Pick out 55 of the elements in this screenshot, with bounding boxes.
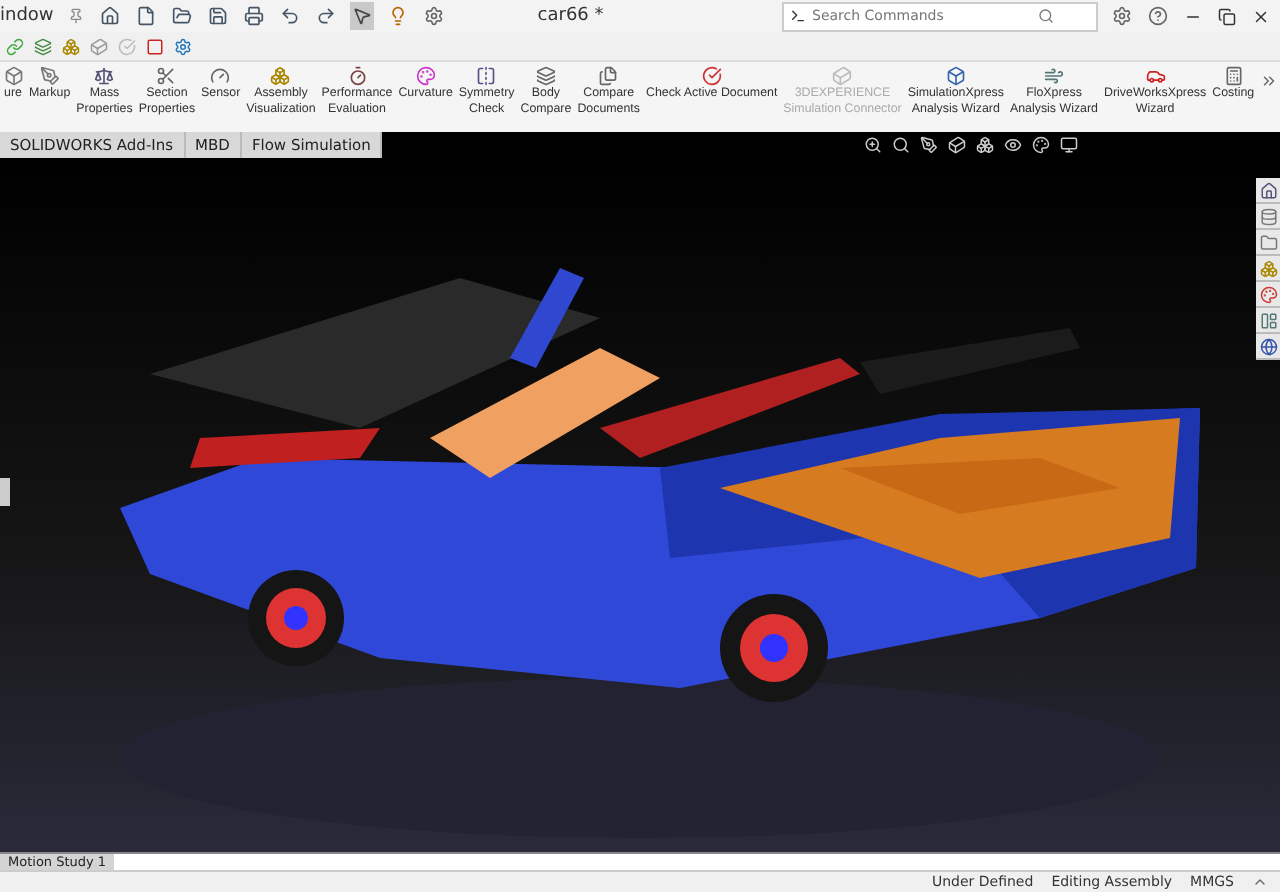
command-icon [39,66,60,86]
command-icon [598,66,619,86]
toolbar-icon[interactable] [6,37,24,55]
toolbar-icon[interactable] [62,37,80,55]
command-icon [156,66,177,86]
search-icon [1038,8,1054,24]
close-icon[interactable] [1252,7,1270,25]
command-icon [270,66,291,86]
folder-icon[interactable] [1259,233,1277,251]
command-icon [94,66,115,86]
cube-icon[interactable] [948,136,967,154]
command-icon [415,66,436,86]
panel-handle[interactable] [0,478,10,506]
panel-icon[interactable] [1259,311,1277,329]
task-pane-button[interactable] [1256,178,1280,204]
command-icon [3,66,23,86]
task-pane-button[interactable] [1256,256,1280,282]
command-icon [476,66,497,86]
chevron-icon[interactable] [1252,874,1268,890]
command-icon [832,66,853,86]
view-button[interactable] [918,131,941,159]
pin-icon[interactable] [67,8,84,24]
task-pane-button[interactable] [1256,334,1280,360]
command-icon [1043,66,1064,86]
monitor-icon[interactable] [1060,136,1079,154]
eye-icon[interactable] [1004,136,1023,154]
globe-icon[interactable] [1259,337,1277,355]
view-button[interactable] [1030,131,1053,159]
database-icon[interactable] [1259,207,1277,225]
command-icon [210,66,231,86]
command-icon [347,66,367,86]
search-icon[interactable] [892,136,911,154]
task-pane-button[interactable] [1256,308,1280,334]
restore-icon[interactable] [1218,7,1236,25]
toolbar-icon[interactable] [146,37,164,55]
task-pane-button[interactable] [1256,282,1280,308]
terminal-icon [790,8,806,24]
view-button[interactable] [974,131,997,159]
command-icon [945,66,966,86]
chevrons-icon[interactable] [1260,71,1278,89]
toolbar-icon[interactable] [34,37,52,55]
view-button[interactable] [946,131,969,159]
toolbar-icon[interactable] [174,37,192,55]
task-pane-button[interactable] [1256,204,1280,230]
command-icon [535,66,556,86]
command-icon [701,66,722,86]
task-pane-button[interactable] [1256,230,1280,256]
command-icon [1223,66,1244,86]
home-icon[interactable] [1259,181,1277,199]
boxes-icon[interactable] [976,136,995,154]
menu-label[interactable]: indow [0,6,54,26]
zoom-icon[interactable] [864,136,883,154]
command-icon [1145,66,1166,86]
document-title: car66 * [537,6,604,26]
pen-icon[interactable] [920,136,939,154]
